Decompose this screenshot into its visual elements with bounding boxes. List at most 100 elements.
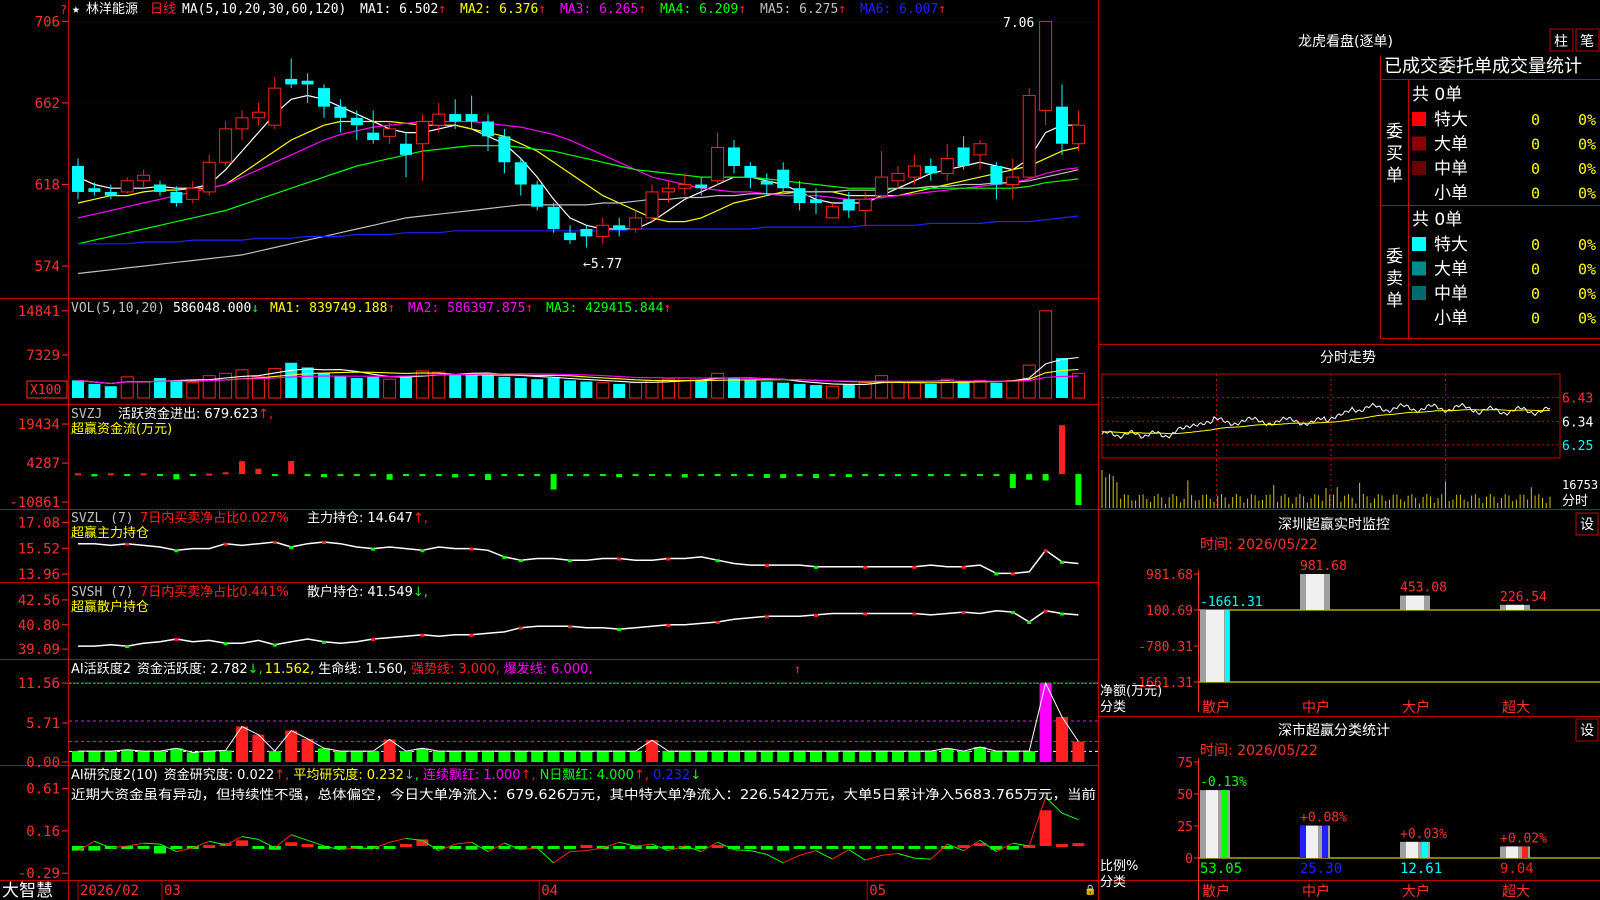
candle[interactable] xyxy=(72,158,84,200)
candle[interactable] xyxy=(547,203,560,233)
candle[interactable] xyxy=(907,154,921,185)
candle[interactable] xyxy=(285,58,298,89)
candle[interactable] xyxy=(1071,110,1085,152)
candle[interactable] xyxy=(695,177,708,196)
candle[interactable] xyxy=(564,225,576,244)
candle[interactable] xyxy=(219,121,233,166)
activity-bar xyxy=(760,751,773,762)
intraday-panel[interactable]: 分时走势 6.43 6.34 6.25 16753 分时 xyxy=(1101,350,1598,509)
candle[interactable] xyxy=(235,110,249,141)
candle[interactable] xyxy=(728,140,740,174)
candle[interactable] xyxy=(514,158,527,196)
candle[interactable] xyxy=(202,154,216,196)
volume-current: 586048.000↓ xyxy=(173,301,259,316)
candle[interactable] xyxy=(678,173,692,196)
sz-monitor-ylabel: 净额(万元) xyxy=(1100,684,1162,699)
order-count: 共 0单 xyxy=(1412,85,1462,105)
order-color-swatch xyxy=(1412,161,1426,175)
candle[interactable] xyxy=(1056,84,1068,155)
activity-bar xyxy=(416,748,429,762)
app-logo[interactable]: 大智慧 xyxy=(2,881,53,900)
svzj-panel[interactable]: SVZJ 活跃资金进出: 679.623↑, 超赢资金流(万元) 19434 428… xyxy=(9,406,1082,511)
ai-research-panel[interactable]: AI研究度2(10) 资金研究度: 0.022↑, 平均研究度: 0.232↓, 连续飘红… xyxy=(18,767,1096,882)
order-percent: 0% xyxy=(1578,111,1596,129)
candle[interactable] xyxy=(580,225,593,248)
candle[interactable] xyxy=(940,143,954,181)
candle[interactable] xyxy=(449,99,462,129)
favorite-star-icon[interactable]: ★ xyxy=(72,2,80,17)
candle[interactable] xyxy=(350,110,363,141)
candle[interactable] xyxy=(825,203,839,219)
volume-bar xyxy=(695,380,708,398)
candle[interactable] xyxy=(645,184,659,222)
change-marker xyxy=(289,546,294,549)
candle[interactable] xyxy=(875,151,889,200)
candle-body xyxy=(251,111,265,119)
candle-body xyxy=(465,114,478,122)
svzl-panel[interactable]: SVZL (7) 7日内买卖净占比0.027% 主力持仓: 14.647↑, 超赢… xyxy=(18,510,1079,583)
candle[interactable] xyxy=(613,217,626,237)
candle[interactable] xyxy=(88,182,101,196)
svsh-panel[interactable]: SVSH (7) 7日内买卖净占比0.441% 散户持仓: 41.549↓, 超赢… xyxy=(18,584,1079,658)
candle[interactable] xyxy=(711,132,725,185)
candle-body xyxy=(498,136,511,163)
candle[interactable] xyxy=(137,169,151,189)
svzj-bar xyxy=(583,474,590,477)
svzj-title: SVZJ xyxy=(71,407,102,422)
candle[interactable] xyxy=(629,210,643,233)
lock-icon[interactable]: 🔒 xyxy=(1084,884,1096,896)
candle[interactable] xyxy=(465,95,478,129)
candle[interactable] xyxy=(1006,158,1020,200)
candle[interactable] xyxy=(990,162,1003,200)
research-bar xyxy=(465,845,478,850)
candle[interactable] xyxy=(973,140,987,170)
svzj-bar xyxy=(567,474,573,477)
order-count-value: 0 xyxy=(1531,285,1540,303)
volume-panel[interactable]: VOL(5,10,20) 586048.000↓ MA1: 839749.188… xyxy=(18,301,1085,399)
candle[interactable] xyxy=(531,180,544,211)
candle[interactable] xyxy=(957,136,970,170)
kline-panel[interactable]: ★ 林洋能源 日线 MA(5,10,20,30,60,120) MA1: 6.5… xyxy=(35,2,1098,275)
candle[interactable] xyxy=(744,162,757,189)
candle[interactable] xyxy=(596,217,610,244)
research-line-segment xyxy=(1061,812,1079,821)
volume-bars xyxy=(72,310,1085,399)
candle[interactable] xyxy=(268,77,282,129)
candle[interactable] xyxy=(251,102,265,126)
candle[interactable] xyxy=(777,162,790,192)
candlesticks[interactable] xyxy=(72,20,1085,248)
candle[interactable] xyxy=(154,180,166,196)
candle[interactable] xyxy=(793,180,806,211)
research-line xyxy=(77,796,1079,864)
candle[interactable] xyxy=(120,177,134,194)
candle-body xyxy=(695,184,708,189)
ai-activity-panel[interactable]: ↑ AI活跃度2 资金活跃度: 2.782↓, 11.562, 生命线: 1.560, 强势… xyxy=(18,661,1098,771)
intraday-y-label: 6.34 xyxy=(1562,415,1593,430)
volume-bar xyxy=(957,381,970,398)
order-stats-subtitle: 已成交委托单成交量统计 xyxy=(1384,56,1582,77)
candle[interactable] xyxy=(415,114,429,181)
candle[interactable] xyxy=(1039,20,1053,126)
candle[interactable] xyxy=(318,84,330,118)
change-marker xyxy=(666,623,671,627)
order-color-swatch xyxy=(1412,286,1426,300)
date-axis: 大智慧 2026/02 03 04 05 🔒 xyxy=(2,880,1096,900)
period-label[interactable]: 日线 xyxy=(150,2,176,17)
candle[interactable] xyxy=(924,158,937,181)
sz-monitor-chart: 981.68100.69-780.31-1661.31-1661.31散户981… xyxy=(1130,559,1600,716)
help-icon[interactable]: ? xyxy=(60,3,67,17)
svzj-bar xyxy=(911,474,918,477)
candle[interactable] xyxy=(1022,88,1036,181)
candle[interactable] xyxy=(760,173,773,196)
candle[interactable] xyxy=(400,132,412,178)
candle-body xyxy=(120,180,134,193)
candle[interactable] xyxy=(858,191,872,226)
x-tick-label: 2026/02 xyxy=(80,883,139,899)
research-line-segment xyxy=(127,842,144,847)
research-bar xyxy=(449,845,462,849)
candle[interactable] xyxy=(301,73,314,103)
sz-class-stats[interactable]: 深市超赢分类统计 设 时间: 2026/05/22 75 50 25 0 -0.13% 5… xyxy=(1100,718,1600,900)
candle-body xyxy=(1071,124,1085,145)
sz-realtime-monitor[interactable]: 深圳超赢实时监控 设 时间: 2026/05/22 981.68 100.69 -7… xyxy=(1100,512,1600,716)
research-line-segment xyxy=(209,840,226,846)
